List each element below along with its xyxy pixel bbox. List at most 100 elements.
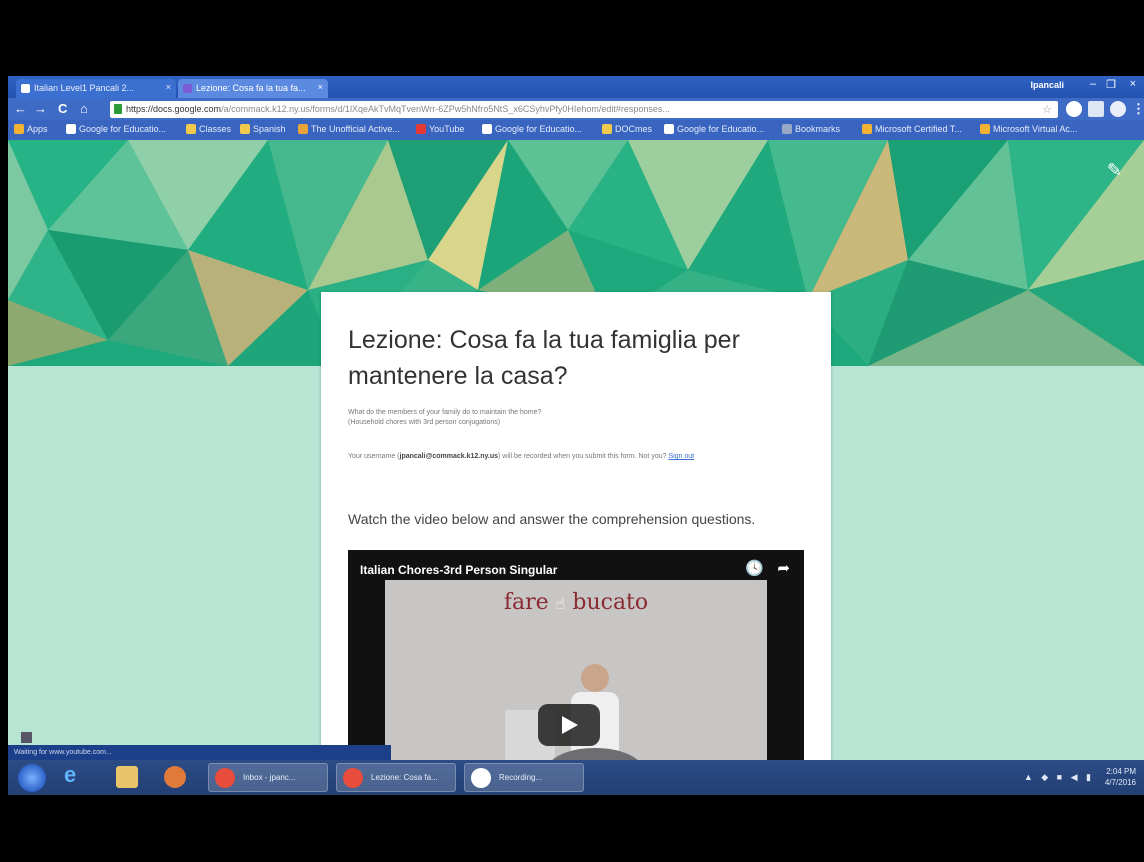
bookmark-item[interactable]: Apps bbox=[14, 124, 48, 134]
bookmark-label: Google for Educatio... bbox=[495, 124, 583, 134]
bookmark-label: Bookmarks bbox=[795, 124, 841, 134]
bookmark-label: Google for Educatio... bbox=[79, 124, 167, 134]
taskbar-app-button[interactable]: Inbox - jpanc... bbox=[208, 763, 328, 792]
bookmark-item[interactable]: The Unofficial Active... bbox=[298, 124, 400, 134]
profile-name[interactable]: Ipancali bbox=[1030, 80, 1064, 90]
username-notice: Your username (jpancali@commack.k12.ny.u… bbox=[348, 452, 808, 462]
page-marker bbox=[21, 732, 32, 743]
video-title[interactable]: Italian Chores-3rd Person Singular bbox=[360, 563, 557, 577]
start-button-icon[interactable] bbox=[18, 764, 46, 792]
browser-tabstrip: Italian Level1 Pancali 2... × Lezione: C… bbox=[8, 76, 1144, 98]
bookmark-icon bbox=[482, 124, 492, 134]
clock-date: 4/7/2016 bbox=[1104, 778, 1136, 787]
screen: Italian Level1 Pancali 2... × Lezione: C… bbox=[8, 76, 1144, 795]
play-button-icon[interactable] bbox=[538, 704, 600, 746]
internet-explorer-icon[interactable]: e bbox=[64, 762, 86, 787]
close-window-icon[interactable]: × bbox=[1130, 78, 1136, 90]
back-icon[interactable]: ← bbox=[14, 101, 27, 116]
watch-later-icon[interactable]: 🕓 bbox=[745, 559, 764, 577]
windows-taskbar: e Inbox - jpanc... Lezione: Cosa fa... Rec… bbox=[8, 760, 1144, 795]
bookmark-label: Microsoft Virtual Ac... bbox=[993, 124, 1078, 134]
description-line: (Household chores with 3rd person conjug… bbox=[348, 419, 501, 426]
clock-time: 2:04 PM bbox=[1106, 767, 1136, 776]
taskbar-app-button[interactable]: Lezione: Cosa fa... bbox=[336, 763, 456, 792]
taskbar-app-icon bbox=[471, 768, 491, 788]
tab-favicon-icon bbox=[183, 84, 192, 93]
description-line: What do the members of your family do to… bbox=[348, 409, 542, 416]
bookmark-item[interactable]: Spanish bbox=[240, 124, 286, 134]
hand-cursor-icon: ☝ bbox=[555, 594, 566, 613]
address-bar[interactable]: https://docs.google.com/a/commack.k12.ny… bbox=[110, 101, 1058, 118]
bookmark-star-icon[interactable]: ☆ bbox=[1042, 103, 1052, 116]
reload-icon[interactable]: C bbox=[58, 101, 67, 116]
bookmark-icon bbox=[980, 124, 990, 134]
system-tray[interactable]: ▲ ◆ ■ ◀ ▮ bbox=[1024, 772, 1094, 783]
taskbar-app-label: Lezione: Cosa fa... bbox=[371, 773, 438, 782]
question-title: Watch the video below and answer the com… bbox=[348, 511, 756, 527]
letterbox-top bbox=[0, 0, 1144, 76]
youtube-video-embed[interactable]: Italian Chores-3rd Person Singular 🕓 ➦ f… bbox=[348, 550, 804, 795]
tab-label: Lezione: Cosa fa la tua fa... bbox=[196, 83, 306, 93]
letterbox-bottom bbox=[0, 795, 1144, 862]
lock-icon bbox=[114, 104, 122, 114]
bookmark-icon bbox=[862, 124, 872, 134]
tab-close-icon[interactable]: × bbox=[318, 82, 323, 92]
caption-right: bucato bbox=[565, 590, 649, 615]
caption-left: fare bbox=[503, 590, 556, 615]
minimize-icon[interactable]: – bbox=[1090, 78, 1096, 90]
bookmark-item[interactable]: Microsoft Certified T... bbox=[862, 124, 962, 134]
extension-icon[interactable] bbox=[1110, 101, 1126, 117]
bookmark-icon bbox=[66, 124, 76, 134]
bookmark-label: Apps bbox=[27, 124, 48, 134]
bookmark-label: Spanish bbox=[253, 124, 286, 134]
bookmark-item[interactable]: Google for Educatio... bbox=[482, 124, 582, 134]
notice-suffix: ) will be recorded when you submit this … bbox=[498, 453, 669, 460]
bookmark-item[interactable]: DOCmes bbox=[602, 124, 652, 134]
bookmark-item[interactable]: Google for Educatio... bbox=[66, 124, 166, 134]
sign-out-link[interactable]: Sign out bbox=[668, 453, 694, 460]
bookmark-icon bbox=[782, 124, 792, 134]
video-caption: fare ☝ bucato bbox=[385, 590, 767, 615]
bookmark-icon bbox=[664, 124, 674, 134]
bookmark-item[interactable]: Bookmarks bbox=[782, 124, 840, 134]
home-icon[interactable]: ⌂ bbox=[80, 101, 88, 116]
tab-favicon-icon bbox=[21, 84, 30, 93]
taskbar-app-button[interactable]: Recording... bbox=[464, 763, 584, 792]
taskbar-app-label: Inbox - jpanc... bbox=[243, 773, 296, 782]
media-player-icon[interactable] bbox=[164, 766, 186, 788]
menu-icon[interactable]: ⋮ bbox=[1132, 101, 1144, 117]
tab-inbox[interactable]: Italian Level1 Pancali 2... × bbox=[16, 79, 176, 98]
notice-username: jpancali@commack.k12.ny.us bbox=[399, 453, 499, 460]
share-icon[interactable]: ➦ bbox=[777, 559, 790, 577]
file-explorer-icon[interactable] bbox=[116, 766, 138, 788]
tab-close-icon[interactable]: × bbox=[166, 82, 171, 92]
bookmark-item[interactable]: YouTube bbox=[416, 124, 464, 134]
taskbar-app-icon bbox=[215, 768, 235, 788]
form-title: Lezione: Cosa fa la tua famiglia per man… bbox=[348, 326, 740, 390]
bookmark-icon bbox=[416, 124, 426, 134]
bookmark-label: Microsoft Certified T... bbox=[875, 124, 962, 134]
extension-icon[interactable] bbox=[1088, 101, 1104, 117]
edit-pencil-icon[interactable]: ✎ bbox=[1107, 160, 1122, 181]
bookmark-icon bbox=[602, 124, 612, 134]
taskbar-app-icon bbox=[343, 768, 363, 788]
bookmark-icon bbox=[14, 124, 24, 134]
extension-icon[interactable] bbox=[1066, 101, 1082, 117]
bookmark-label: Google for Educatio... bbox=[677, 124, 765, 134]
bookmark-item[interactable]: Classes bbox=[186, 124, 231, 134]
tab-lezione[interactable]: Lezione: Cosa fa la tua fa... × bbox=[178, 79, 328, 98]
forward-icon[interactable]: → bbox=[34, 101, 47, 116]
bookmark-icon bbox=[186, 124, 196, 134]
bookmark-label: Classes bbox=[199, 124, 232, 134]
taskbar-app-label: Recording... bbox=[499, 773, 543, 782]
bookmark-item[interactable]: Google for Educatio... bbox=[664, 124, 764, 134]
notice-prefix: Your username ( bbox=[348, 453, 400, 460]
maximize-icon[interactable]: ❐ bbox=[1106, 78, 1116, 91]
system-clock[interactable]: 2:04 PM 4/7/2016 bbox=[1105, 766, 1136, 788]
tab-label: Italian Level1 Pancali 2... bbox=[34, 83, 135, 93]
bookmarks-bar: Apps Google for Educatio... Classes Spanish… bbox=[8, 120, 1144, 140]
bookmark-item[interactable]: Microsoft Virtual Ac... bbox=[980, 124, 1077, 134]
status-bar: Waiting for www.youtube.com... bbox=[8, 745, 391, 760]
url-host: https://docs.google.com bbox=[126, 104, 222, 114]
browser-toolbar: ← → C ⌂ https://docs.google.com/a/commac… bbox=[8, 98, 1144, 120]
